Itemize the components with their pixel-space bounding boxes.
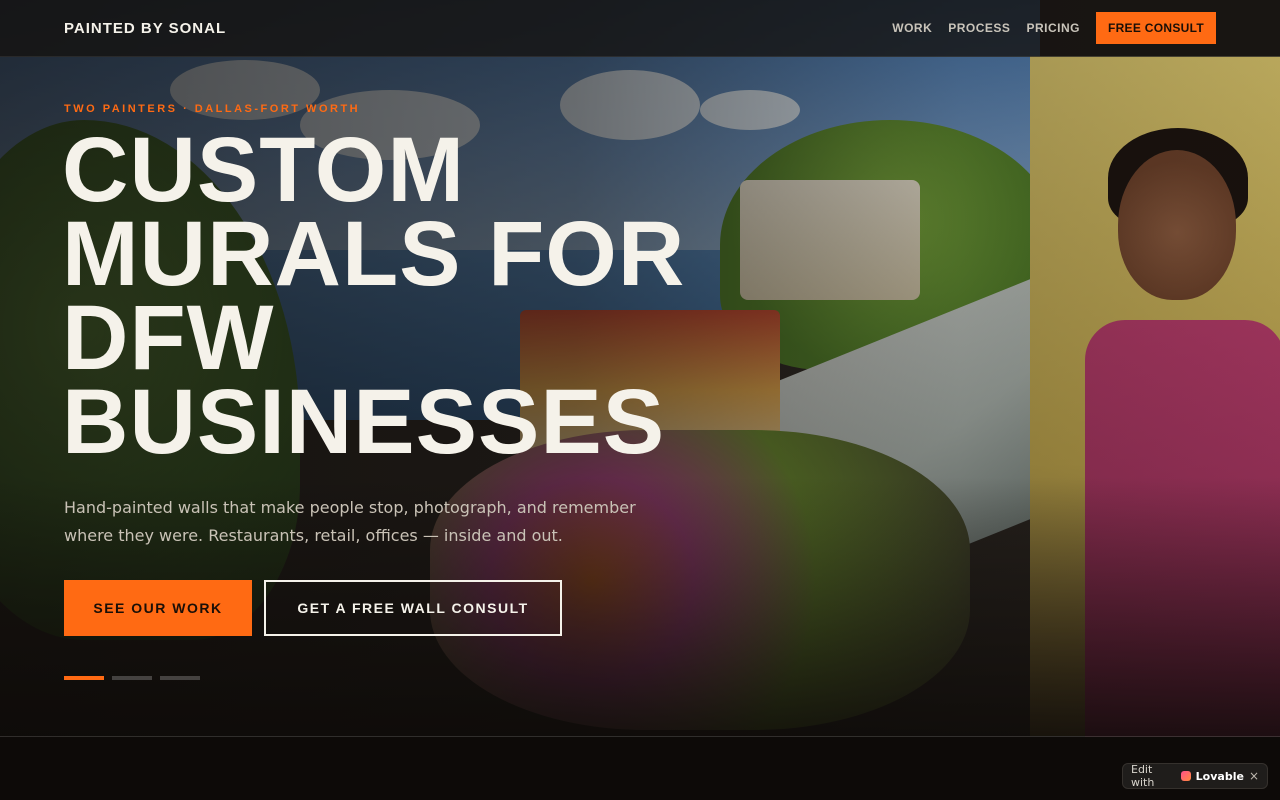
next-section — [0, 737, 1280, 800]
brand-logo[interactable]: PAINTED BY SONAL — [64, 20, 226, 37]
free-consult-button[interactable]: FREE CONSULT — [1095, 12, 1216, 44]
slide-indicators — [64, 676, 200, 680]
badge-prefix: Edit with — [1131, 763, 1155, 789]
see-our-work-button[interactable]: SEE OUR WORK — [64, 580, 252, 636]
slide-indicator-1[interactable] — [64, 676, 104, 680]
slide-indicator-2[interactable] — [112, 676, 152, 680]
edit-with-lovable-badge[interactable]: Edit with Lovable × — [1122, 763, 1268, 789]
hero-subhead: Hand-painted walls that make people stop… — [64, 498, 636, 545]
lovable-heart-icon — [1181, 771, 1191, 781]
nav-link-process[interactable]: PROCESS — [948, 21, 1010, 35]
nav-links: WORK PROCESS PRICING FREE CONSULT — [892, 12, 1216, 44]
badge-brand: Lovable — [1195, 769, 1244, 783]
nav-link-pricing[interactable]: PRICING — [1026, 21, 1080, 35]
nav-link-work[interactable]: WORK — [892, 21, 932, 35]
free-wall-consult-button[interactable]: GET A FREE WALL CONSULT — [264, 580, 562, 636]
hero-eyebrow: TWO PAINTERS · DALLAS-FORT WORTH — [64, 103, 361, 115]
top-navbar: PAINTED BY SONAL WORK PROCESS PRICING FR… — [0, 0, 1280, 57]
headline-line: DFW — [62, 287, 275, 389]
headline-line: CUSTOM — [62, 119, 465, 221]
headline-line: BUSINESSES — [62, 371, 666, 473]
close-icon[interactable]: × — [1249, 769, 1259, 783]
hero-section: TWO PAINTERS · DALLAS-FORT WORTH CUSTOM … — [0, 0, 1280, 737]
hero-headline: CUSTOM MURALS FOR DFW BUSINESSES — [62, 119, 822, 473]
slide-indicator-3[interactable] — [160, 676, 200, 680]
headline-line: MURALS FOR — [62, 203, 686, 305]
